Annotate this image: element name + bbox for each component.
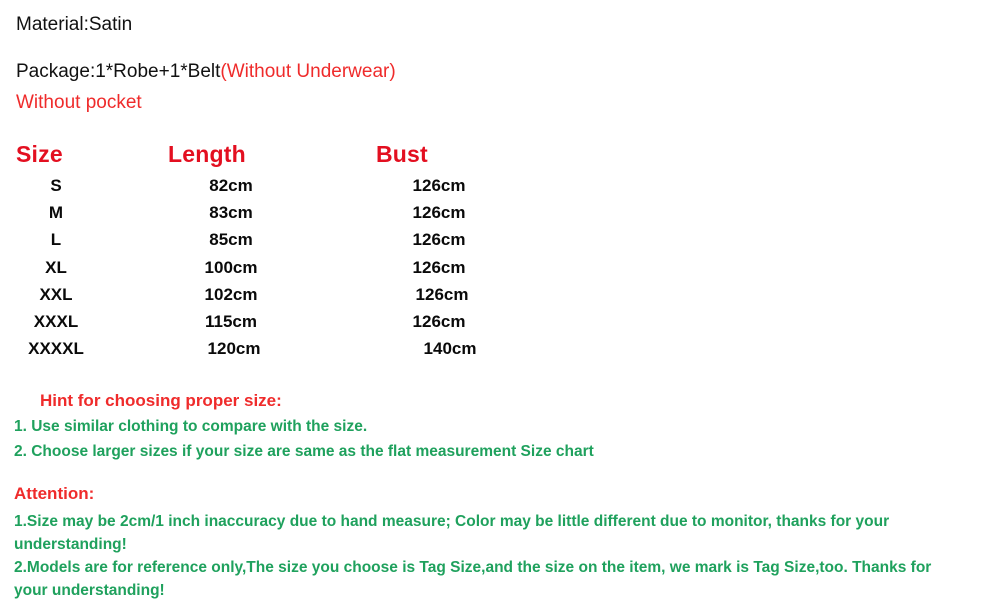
table-row: XL 100cm 126cm [0,254,520,281]
package-line: Package:1*Robe+1*Belt(Without Underwear) [16,61,396,83]
package-exclusion-note: (Without Underwear) [220,61,396,82]
column-header-size: Size [16,140,63,167]
table-row: S 82cm 126cm [0,172,520,199]
table-row: XXXL 115cm 126cm [0,308,520,335]
cell-size: XL [45,257,67,277]
cell-length: 100cm [204,257,258,277]
hint-heading: Hint for choosing proper size: [40,391,282,410]
cell-size: S [50,175,62,195]
material-line: Material:Satin [16,14,133,35]
hint-item-1: 1. Use similar clothing to compare with … [14,418,368,435]
hint-item-2: 2. Choose larger sizes if your size are … [14,443,594,460]
cell-size: XXXXL [28,339,84,359]
cell-size: L [50,230,62,250]
column-header-length: Length [168,140,246,167]
table-header-row: Size Length Bust [0,136,520,172]
cell-length: 102cm [204,284,258,304]
attention-item-1: 1.Size may be 2cm/1 inch inaccuracy due … [14,513,890,553]
attention-item-2: 2.Models are for reference only,The size… [14,559,932,599]
cell-bust: 126cm [412,175,466,195]
attention-heading: Attention: [14,484,95,503]
cell-bust: 140cm [423,339,477,359]
cell-length: 83cm [209,202,253,222]
cell-size: XXL [39,284,73,304]
table-row: XXL 102cm 126cm [0,281,520,308]
cell-length: 120cm [207,339,261,359]
cell-bust: 126cm [412,202,466,222]
package-contents-text: Package:1*Robe+1*Belt [16,61,221,82]
cell-length: 115cm [205,312,257,332]
table-row: XXXXL 120cm 140cm [0,336,520,363]
cell-length: 85cm [209,230,253,250]
cell-size: M [48,202,64,222]
cell-bust: 126cm [412,257,466,277]
cell-bust: 126cm [412,230,466,250]
size-chart-table: Size Length Bust S 82cm 126cm M 83cm 126… [0,136,520,363]
cell-bust: 126cm [412,312,466,332]
column-header-bust: Bust [376,140,428,167]
pocket-note: Without pocket [16,92,142,113]
cell-length: 82cm [209,175,253,195]
table-row: M 83cm 126cm [0,199,520,226]
table-row: L 85cm 126cm [0,227,520,254]
cell-bust: 126cm [415,284,469,304]
cell-size: XXXL [33,312,79,332]
